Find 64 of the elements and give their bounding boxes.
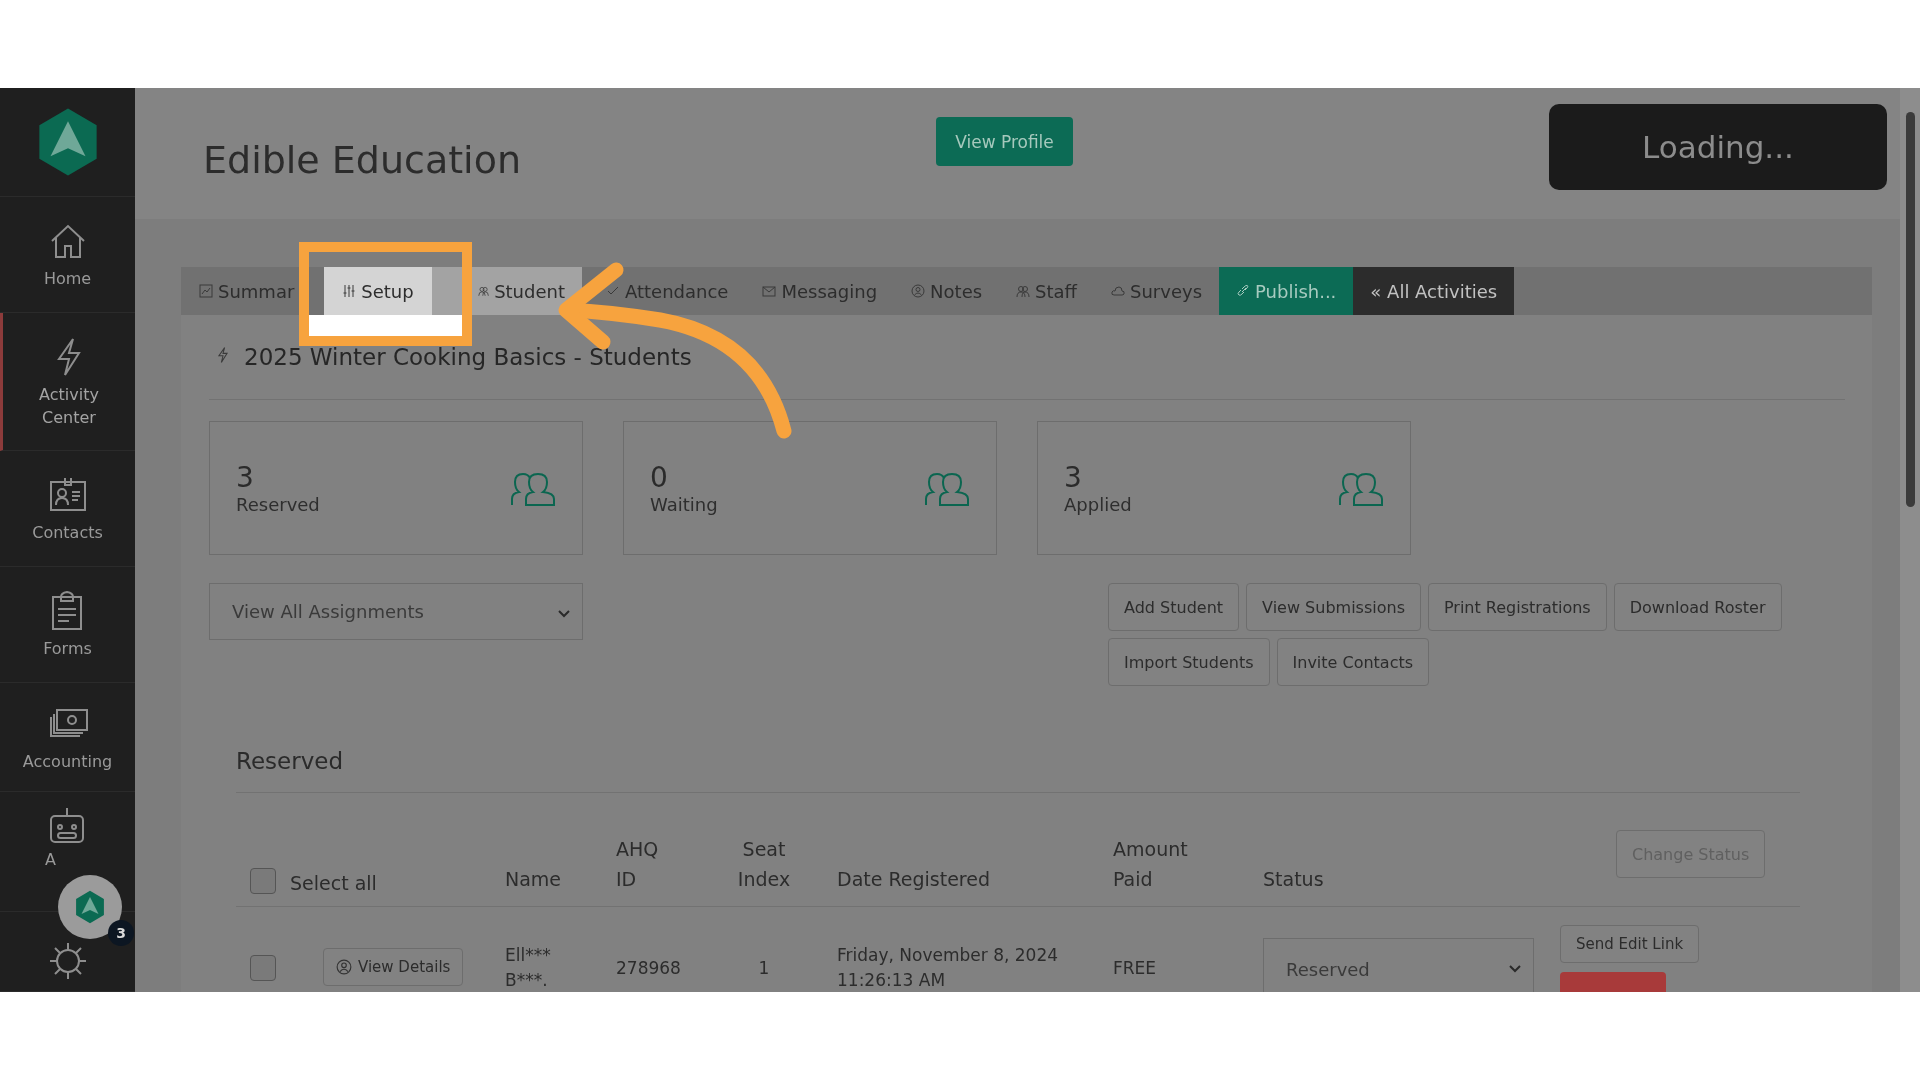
table-cell-text: FREE [1113,957,1158,980]
tab[interactable]: Surveys [1094,267,1219,315]
people-icon [1016,284,1031,298]
sidebar-item[interactable]: A [0,804,89,871]
sidebar-item[interactable]: Activity Center [24,334,114,429]
scroll-thumb[interactable] [1906,112,1915,507]
checkbox[interactable] [250,955,276,981]
stat-label: Applied [1064,494,1132,515]
action-button[interactable]: View Submissions [1246,583,1421,631]
link-icon [1236,284,1250,298]
action-button[interactable]: Download Roster [1613,583,1782,631]
column-header: Date Registered [837,867,991,892]
view-details-button[interactable]: View Details [323,948,464,986]
caret-icon [1509,965,1521,973]
sidebar-item[interactable]: Accounting [22,701,113,773]
page-title: Edible Education [203,136,522,182]
action-button[interactable]: Print Registrations [1427,583,1607,631]
loading-message: Loading... [1549,103,1887,190]
stat-label: Reserved [236,494,320,515]
tab[interactable]: Setup [324,267,432,315]
stat-count: 0 [650,461,669,494]
tab[interactable]: Messaging [745,267,895,315]
sidebar-item[interactable]: Contacts [32,473,103,544]
column-header: Name [505,867,563,892]
cloud-icon [1111,284,1125,298]
section-title: Reserved [236,748,1800,793]
people-icon [478,284,490,298]
sidebar-item[interactable]: Home [43,219,92,290]
chart-icon [199,284,213,298]
checkbox[interactable] [250,868,276,894]
view-profile-button[interactable]: View Profile [936,117,1073,166]
tab[interactable]: Staff [999,267,1094,315]
tab[interactable]: Attendance [582,267,746,315]
table-cell-text: 1 [757,957,771,980]
name-cell-text: Ell*** B***. [505,944,552,992]
column-header: AHQ ID [616,837,660,892]
send-edit-link-button[interactable]: Send Edit Link [1560,925,1700,963]
date-cell-text: Friday, November 8, 2024 11:26:13 AM [837,944,1060,992]
logo-icon [73,890,107,924]
action-button[interactable]: Import Students [1108,638,1270,686]
stat-label: Waiting [650,494,718,515]
tab[interactable]: « All Activities [1353,267,1515,315]
column-header: Seat Index [736,837,792,892]
caret-icon [558,610,570,618]
envelope-icon [762,284,777,298]
scrollbar[interactable] [1900,88,1920,992]
column-header: Status [1263,867,1325,892]
stat-count: 3 [1064,461,1083,494]
tab[interactable]: Publish... [1219,267,1354,315]
sliders-icon [342,284,357,298]
person-icon [911,284,926,298]
activity-title: 2025 Winter Cooking Basics - Students [244,344,692,370]
action-button[interactable]: Invite Contacts [1276,638,1430,686]
status-dropdown[interactable]: Reserved [1263,938,1534,992]
stat-count: 3 [236,461,255,494]
tab[interactable]: Notes [894,267,1000,315]
assignments-dropdown[interactable]: View All Assignments [209,583,583,640]
tab[interactable]: Summar [181,267,324,315]
select-all-label: Select all [290,872,377,894]
person-icon [336,959,352,975]
sidebar-item[interactable]: Forms [43,589,92,660]
table-cell-text: 278968 [616,957,682,980]
action-button[interactable]: Add Student [1108,583,1240,631]
column-header: Amount Paid [1113,837,1189,892]
